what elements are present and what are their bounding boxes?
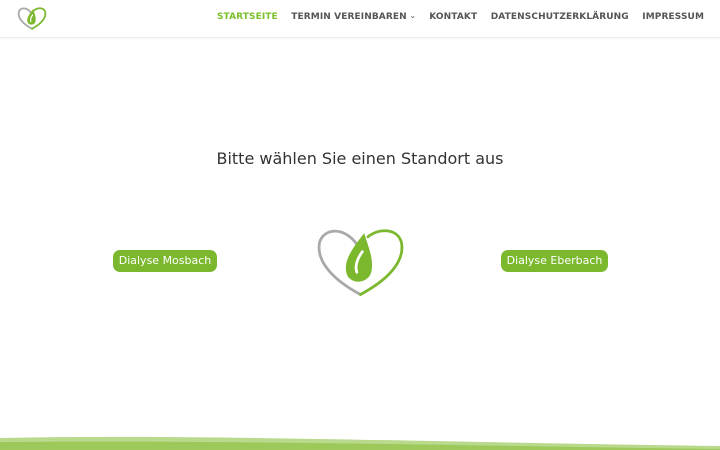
site-header: STARTSEITE TERMIN VEREINBAREN ⌄ KONTAKT D… bbox=[0, 0, 720, 38]
nav-item-impressum[interactable]: IMPRESSUM bbox=[642, 12, 704, 22]
nav-item-datenschutzerklaerung[interactable]: DATENSCHUTZERKLÄRUNG bbox=[491, 12, 629, 22]
dialyse-eberbach-button[interactable]: Dialyse Eberbach bbox=[501, 250, 608, 272]
nav-item-termin-vereinbaren[interactable]: TERMIN VEREINBAREN ⌄ bbox=[291, 12, 415, 22]
dialyse-mosbach-button[interactable]: Dialyse Mosbach bbox=[113, 250, 217, 272]
footer-wave bbox=[0, 436, 720, 450]
main-nav: STARTSEITE TERMIN VEREINBAREN ⌄ KONTAKT D… bbox=[203, 12, 704, 22]
heart-leaf-logo-icon[interactable] bbox=[17, 6, 47, 30]
page-title: Bitte wählen Sie einen Standort aus bbox=[216, 149, 504, 168]
chevron-down-icon: ⌄ bbox=[409, 12, 416, 20]
nav-item-kontakt[interactable]: KONTAKT bbox=[429, 12, 477, 22]
heart-leaf-logo-icon bbox=[317, 229, 404, 296]
nav-item-label: TERMIN VEREINBAREN bbox=[291, 12, 407, 22]
page: STARTSEITE TERMIN VEREINBAREN ⌄ KONTAKT D… bbox=[0, 0, 720, 450]
nav-item-startseite[interactable]: STARTSEITE bbox=[217, 12, 278, 22]
